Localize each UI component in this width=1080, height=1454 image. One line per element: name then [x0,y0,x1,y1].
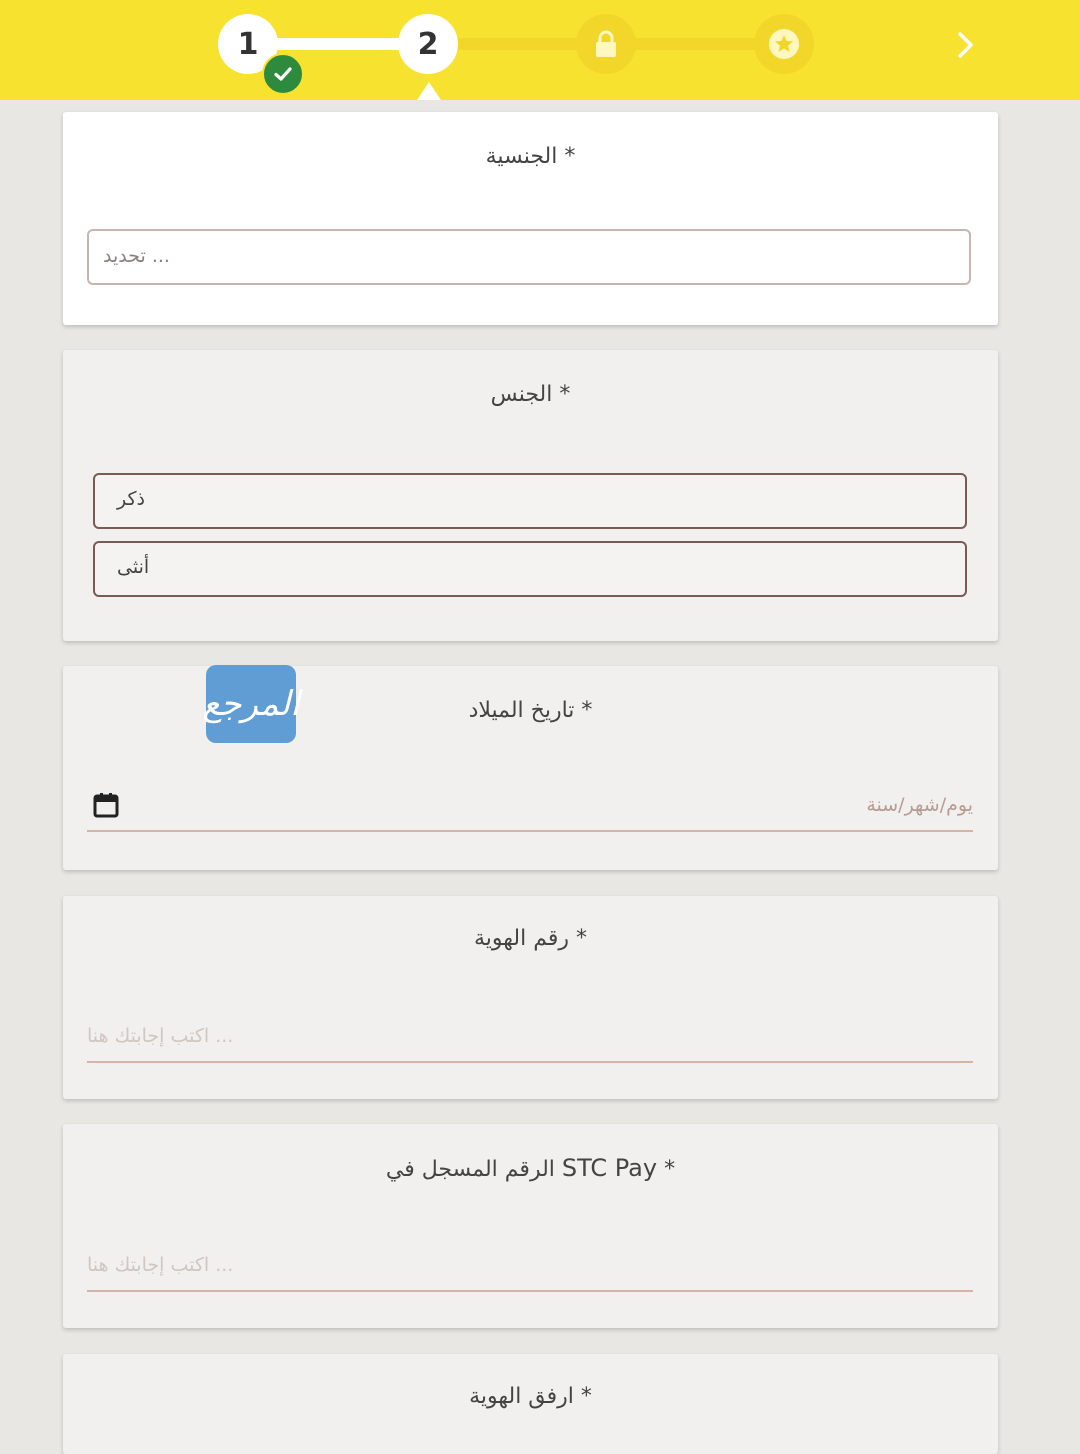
id-number-card: * رقم الهوية ... اكتب إجابتك هنا [63,896,998,1099]
id-number-label: * رقم الهوية [473,926,587,951]
id-number-input[interactable]: ... اكتب إجابتك هنا [87,1013,973,1063]
step-1-label: 1 [237,26,259,62]
stc-pay-label: * STC Pay الرقم المسجل في [63,1154,998,1182]
stc-pay-label-text: الرقم المسجل في [385,1157,562,1182]
watermark-logo: المرجع [202,665,300,743]
step-2[interactable]: 2 [398,14,458,74]
birth-date-input[interactable]: يوم/شهر/سنة [87,782,973,832]
lock-icon [596,30,616,57]
gender-option-male-label: ذكر [117,488,145,510]
attach-id-card: * ارفق الهوية [63,1354,998,1454]
stc-pay-input[interactable]: ... اكتب إجابتك هنا [87,1242,973,1292]
gender-label: * الجنس [490,382,571,407]
step-2-label: 2 [417,26,439,62]
calendar-icon[interactable] [93,792,119,818]
check-icon [262,53,304,95]
stc-pay-placeholder: ... اكتب إجابتك هنا [87,1254,234,1276]
current-step-pointer [417,82,441,100]
stc-pay-card: * STC Pay الرقم المسجل في ... اكتب إجابت… [63,1124,998,1328]
chevron-right-icon[interactable] [948,28,982,62]
step-3 [576,14,636,74]
attach-id-label: * ارفق الهوية [469,1384,592,1409]
stc-pay-label-star: * [657,1157,676,1182]
step-4 [754,14,814,74]
gender-option-female-label: أنثى [117,556,150,578]
birth-date-placeholder: يوم/شهر/سنة [866,794,973,816]
stc-pay-label-brand: STC Pay [561,1154,658,1182]
stepper-bar: 1 2 [0,0,1080,100]
star-icon [769,29,799,59]
gender-card: * الجنس ذكر أنثى [63,350,998,641]
gender-option-female[interactable]: أنثى [93,541,967,597]
nationality-card: * الجنسية ... تحديد [63,112,998,325]
nationality-label: * الجنسية [485,144,576,169]
watermark-logo-text: المرجع [202,684,300,724]
nationality-select[interactable]: ... تحديد [87,229,971,285]
gender-option-male[interactable]: ذكر [93,473,967,529]
id-number-placeholder: ... اكتب إجابتك هنا [87,1025,234,1047]
nationality-placeholder: ... تحديد [103,245,170,267]
